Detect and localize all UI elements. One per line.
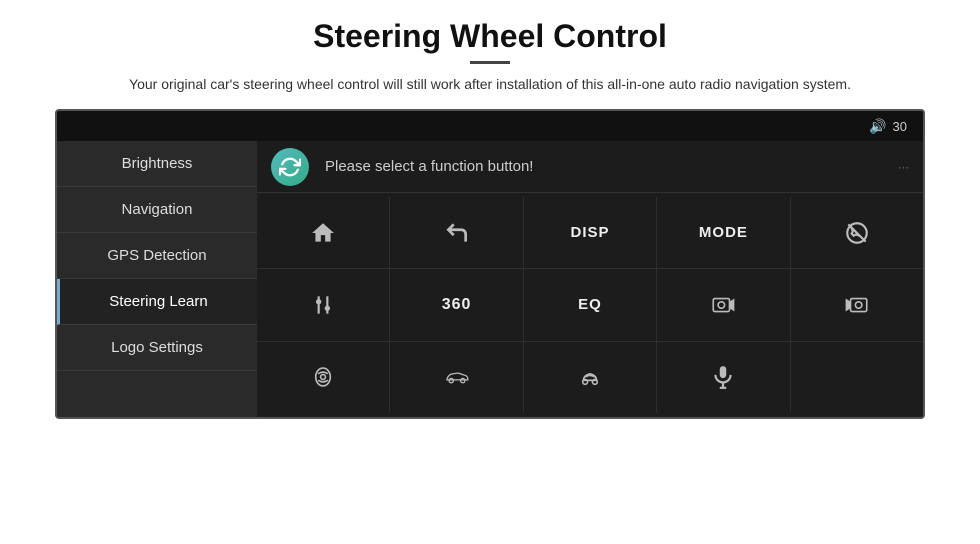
page-subtitle: Your original car's steering wheel contr… [129, 74, 851, 95]
grid-row-1: DISP MODE [257, 197, 923, 269]
device-screen: 🔊 30 Brightness Navigation GPS Detection… [55, 109, 925, 419]
btn-mode[interactable]: MODE [657, 197, 790, 268]
top-bar: 🔊 30 [57, 111, 923, 141]
refresh-icon[interactable] [271, 148, 309, 186]
btn-disp[interactable]: DISP [524, 197, 657, 268]
sidebar-item-navigation[interactable]: Navigation [57, 187, 257, 233]
buttons-grid: DISP MODE [257, 193, 923, 417]
sidebar-item-logo-settings[interactable]: Logo Settings [57, 325, 257, 371]
sidebar: Brightness Navigation GPS Detection Stee… [57, 141, 257, 417]
btn-tune[interactable] [257, 269, 390, 340]
sidebar-item-brightness[interactable]: Brightness [57, 141, 257, 187]
btn-back[interactable] [390, 197, 523, 268]
right-panel: Please select a function button! ⋯ [257, 141, 923, 417]
btn-empty [791, 342, 923, 413]
title-underline [470, 61, 510, 64]
function-prompt: Please select a function button! [325, 158, 533, 175]
btn-eq[interactable]: EQ [524, 269, 657, 340]
sidebar-item-gps-detection[interactable]: GPS Detection [57, 233, 257, 279]
btn-car-top[interactable] [257, 342, 390, 413]
btn-car-front[interactable] [524, 342, 657, 413]
btn-cam-rear[interactable] [791, 269, 923, 340]
btn-no-call[interactable] [791, 197, 923, 268]
page-wrapper: Steering Wheel Control Your original car… [0, 0, 980, 544]
volume-icon: 🔊 [869, 118, 886, 135]
btn-mic[interactable] [657, 342, 790, 413]
btn-car-side[interactable] [390, 342, 523, 413]
main-content: Brightness Navigation GPS Detection Stee… [57, 141, 923, 417]
right-top-row: Please select a function button! ⋯ [257, 141, 923, 193]
sidebar-item-steering-learn[interactable]: Steering Learn [57, 279, 257, 325]
grid-row-2: 360 EQ [257, 269, 923, 341]
volume-number: 30 [893, 119, 907, 134]
page-title: Steering Wheel Control [313, 18, 667, 55]
btn-home[interactable] [257, 197, 390, 268]
btn-cam-front[interactable] [657, 269, 790, 340]
grid-row-3 [257, 342, 923, 413]
btn-360[interactable]: 360 [390, 269, 523, 340]
top-right-dots: ⋯ [898, 158, 909, 176]
